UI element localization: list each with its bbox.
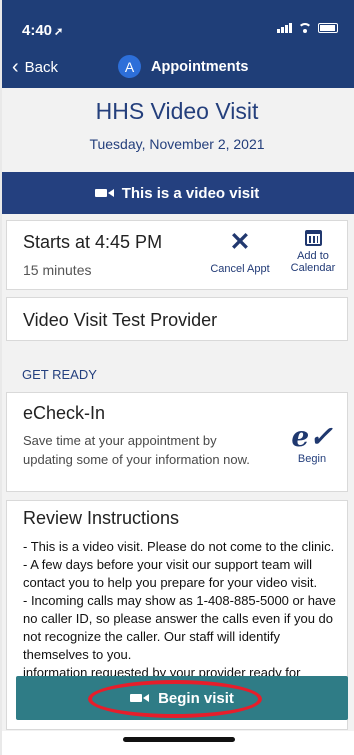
begin-label: Begin (297, 453, 327, 465)
echeck-in-card: eCheck-In Save time at your appointment … (6, 392, 348, 492)
begin-visit-button[interactable]: Begin visit (16, 676, 348, 720)
instruction-line-2: - A few days before your visit our suppo… (23, 557, 318, 590)
review-instructions-body: - This is a video visit. Please do not c… (23, 538, 341, 682)
checkmark-icon: e✓ (291, 420, 333, 453)
provider-name: Video Visit Test Provider (23, 310, 218, 330)
visit-title: HHS Video Visit (95, 98, 259, 124)
calendar-icon (304, 230, 322, 246)
video-visit-label: This is a video visit (121, 184, 260, 202)
back-button[interactable]: ‹ Back (12, 57, 58, 77)
signal-icon (277, 22, 292, 33)
echeck-in-description: Save time at your appointment by updatin… (23, 433, 250, 467)
instruction-line-1: - This is a video visit. Please do not c… (23, 539, 335, 554)
location-arrow-icon: ➚ (54, 26, 64, 38)
duration: 15 minutes (23, 262, 92, 278)
status-time: 4:40 ➚ (22, 22, 63, 39)
top-navigation-bar: 4:40 ➚ ‹ Back A Appointments (0, 0, 354, 88)
battery-icon (318, 22, 338, 33)
home-indicator (123, 737, 235, 742)
add-to-calendar-label: Add to Calendar (290, 250, 336, 274)
status-time-text: 4:40 (22, 22, 53, 39)
echeck-in-title: eCheck-In (23, 403, 106, 423)
back-label: Back (24, 58, 59, 76)
app-screen: 4:40 ➚ ‹ Back A Appointments HHS Video Vi… (0, 0, 354, 755)
review-instructions-title: Review Instructions (23, 508, 180, 528)
avatar: A (118, 55, 141, 78)
video-camera-icon (130, 694, 150, 702)
status-icons (277, 22, 338, 33)
visit-date: Tuesday, November 2, 2021 (89, 136, 265, 152)
get-ready-section-label: GET READY (22, 367, 97, 382)
appointment-time-card: Starts at 4:45 PM 15 minutes ✕ Cancel Ap… (6, 220, 348, 290)
chevron-left-icon: ‹ (12, 56, 19, 78)
left-frame-border (0, 0, 2, 755)
echeck-begin-button[interactable]: e✓ Begin (283, 420, 341, 466)
visit-header: HHS Video Visit Tuesday, November 2, 202… (0, 88, 354, 172)
instruction-line-3: - Incoming calls may show as 1-408-885-5… (23, 593, 336, 662)
bottom-safe-area (0, 731, 354, 755)
wifi-icon (298, 22, 312, 33)
cancel-appointment-button[interactable]: ✕ Cancel Appt (195, 228, 285, 276)
nav-title-group: A Appointments (118, 55, 248, 78)
start-time: Starts at 4:45 PM (23, 232, 163, 252)
video-camera-icon (94, 189, 114, 197)
add-to-calendar-button[interactable]: Add to Calendar (280, 230, 346, 274)
cancel-label: Cancel Appt (210, 263, 270, 275)
video-visit-banner: This is a video visit (0, 172, 354, 214)
provider-card: Video Visit Test Provider (6, 297, 348, 341)
close-icon: ✕ (229, 228, 251, 256)
begin-visit-label: Begin visit (158, 689, 234, 707)
page-title: Appointments (151, 58, 249, 75)
